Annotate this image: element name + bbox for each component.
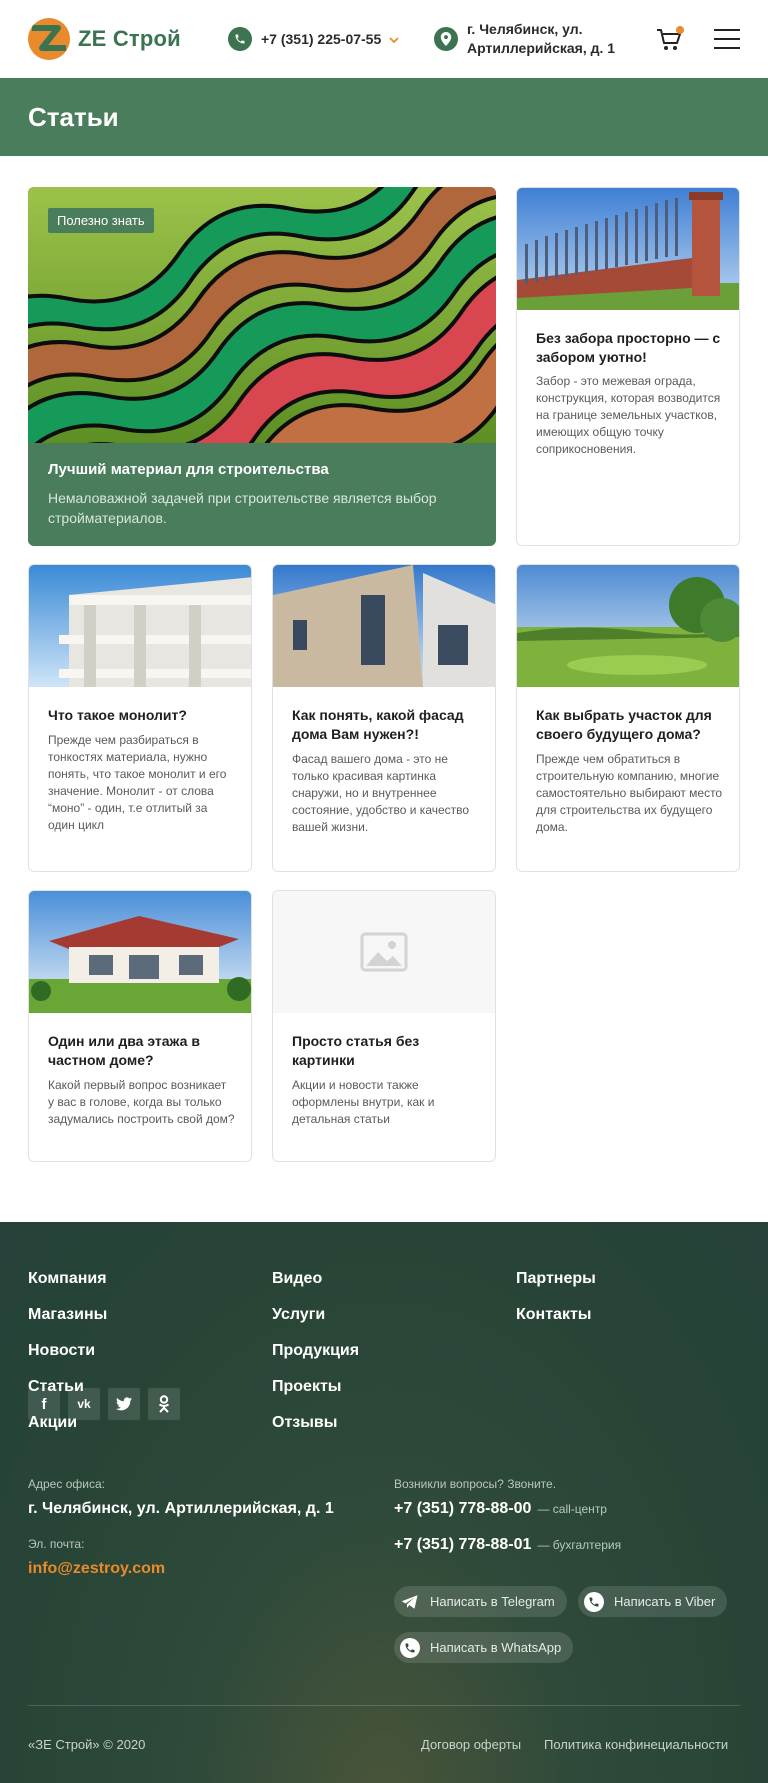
header-phone[interactable]: +7 (351) 225-07-55 xyxy=(228,27,399,51)
odnoklassniki-button[interactable] xyxy=(148,1388,180,1420)
footer-link[interactable]: Новости xyxy=(28,1342,95,1360)
office-label: Адрес офиса: xyxy=(28,1477,105,1491)
article-title[interactable]: Как понять, какой фасад дома Вам нужен?! xyxy=(292,706,479,744)
article-title[interactable]: Один или два этажа в частном доме? xyxy=(48,1032,235,1070)
phone-number[interactable]: +7 (351) 778-88-01 xyxy=(394,1536,531,1553)
article-card[interactable]: Как понять, какой фасад дома Вам нужен?!… xyxy=(272,564,496,872)
email-label: Эл. почта: xyxy=(28,1537,85,1551)
footer-link[interactable]: Видео xyxy=(272,1270,322,1288)
footer-link[interactable]: Отзывы xyxy=(272,1414,337,1432)
logo-icon xyxy=(28,18,70,60)
footer-link[interactable]: Проекты xyxy=(272,1378,341,1396)
article-description: Забор - это межевая ограда, конструкция,… xyxy=(536,374,721,456)
location-pin-icon xyxy=(434,27,458,51)
facebook-icon: f xyxy=(41,1395,47,1413)
page-title: Статьи xyxy=(28,102,119,132)
article-card[interactable]: Без забора просторно — с забором уютно! … xyxy=(516,187,740,546)
article-image xyxy=(273,565,495,687)
telegram-button[interactable]: Написать в Telegram xyxy=(394,1586,567,1617)
odnoklassniki-icon xyxy=(158,1395,170,1413)
phone-accounting[interactable]: +7 (351) 778-88-01 — бухгалтерия xyxy=(394,1536,621,1554)
questions-label: Возникли вопросы? Звоните. xyxy=(394,1477,557,1491)
footer-link[interactable]: Контакты xyxy=(516,1306,591,1324)
article-image xyxy=(29,891,251,1013)
image-placeholder-icon xyxy=(360,932,408,972)
phone-note: — бухгалтерия xyxy=(537,1538,622,1552)
hamburger-line xyxy=(714,47,740,49)
vk-button[interactable]: vk xyxy=(68,1388,100,1420)
viber-icon xyxy=(584,1591,604,1612)
chevron-down-icon[interactable] xyxy=(389,30,399,48)
article-card[interactable]: Как выбрать участок для своего будущего … xyxy=(516,564,740,872)
header-phone-number[interactable]: +7 (351) 225-07-55 xyxy=(261,31,381,47)
address-line-1: г. Челябинск, ул. xyxy=(467,21,583,37)
footer-link[interactable]: Услуги xyxy=(272,1306,325,1324)
article-description: Какой первый вопрос возникает у вас в го… xyxy=(48,1078,235,1126)
whatsapp-button[interactable]: Написать в WhatsApp xyxy=(394,1632,574,1663)
site-header: ZE Строй +7 (351) 225-07-55 г. Челябинск… xyxy=(0,0,768,78)
article-description: Прежде чем разбираться в тонкостях матер… xyxy=(48,733,227,832)
phone-icon xyxy=(228,27,252,51)
featured-title[interactable]: Лучший материал для строительства xyxy=(48,461,329,478)
privacy-link[interactable]: Политика конфинециальности xyxy=(544,1737,728,1752)
phone-call-center[interactable]: +7 (351) 778-88-00 — call-центр xyxy=(394,1500,607,1518)
footer-link[interactable]: Партнеры xyxy=(516,1270,596,1288)
office-address: г. Челябинск, ул. Артиллерийская, д. 1 xyxy=(28,1500,334,1517)
article-image xyxy=(517,188,739,310)
article-image-placeholder xyxy=(273,891,495,1013)
phone-note: — call-центр xyxy=(537,1502,607,1516)
facebook-button[interactable]: f xyxy=(28,1388,60,1420)
article-image xyxy=(29,565,251,687)
logo-text: ZE Строй xyxy=(78,26,181,51)
telegram-label: Написать в Telegram xyxy=(430,1594,555,1609)
menu-button[interactable] xyxy=(714,29,740,51)
address-line-2: Артиллерийская, д. 1 xyxy=(467,40,616,56)
telegram-icon xyxy=(400,1592,420,1612)
logo[interactable]: ZE Строй xyxy=(28,18,181,60)
hamburger-line xyxy=(714,29,740,31)
article-image xyxy=(517,565,739,687)
article-title[interactable]: Что такое монолит? xyxy=(48,706,235,725)
article-card[interactable]: Что такое монолит? Прежде чем разбиратьс… xyxy=(28,564,252,872)
article-card[interactable]: Один или два этажа в частном доме? Какой… xyxy=(28,890,252,1162)
twitter-icon xyxy=(116,1397,132,1411)
cart-badge xyxy=(676,26,684,34)
footer-divider xyxy=(28,1705,740,1706)
article-title[interactable]: Просто статья без картинки xyxy=(292,1032,479,1070)
header-address: г. Челябинск, ул. Артиллерийская, д. 1 xyxy=(434,20,615,58)
whatsapp-label: Написать в WhatsApp xyxy=(430,1640,562,1655)
cart-button[interactable] xyxy=(656,26,684,52)
viber-button[interactable]: Написать в Viber xyxy=(578,1586,728,1617)
footer-link[interactable]: Компания xyxy=(28,1270,107,1288)
email-link[interactable]: info@zestroy.com xyxy=(28,1560,165,1578)
featured-article-card[interactable]: Полезно знать Лучший материал для строит… xyxy=(28,187,496,546)
footer-link[interactable]: Продукция xyxy=(272,1342,359,1360)
viber-label: Написать в Viber xyxy=(614,1594,716,1609)
article-title[interactable]: Без забора просторно — с забором уютно! xyxy=(536,329,723,367)
phone-number[interactable]: +7 (351) 778-88-00 xyxy=(394,1500,531,1517)
vk-icon: vk xyxy=(77,1397,91,1411)
offer-link[interactable]: Договор оферты xyxy=(421,1737,521,1752)
article-card[interactable]: Просто статья без картинки Акции и новос… xyxy=(272,890,496,1162)
article-title[interactable]: Как выбрать участок для своего будущего … xyxy=(536,706,723,744)
twitter-button[interactable] xyxy=(108,1388,140,1420)
footer-link[interactable]: Магазины xyxy=(28,1306,107,1324)
page-title-band: Статьи xyxy=(0,78,768,156)
article-description: Акции и новости также оформлены внутри, … xyxy=(292,1078,435,1126)
whatsapp-icon xyxy=(400,1637,420,1658)
article-description: Прежде чем обратиться в строительную ком… xyxy=(536,752,723,834)
article-description: Фасад вашего дома - это не только красив… xyxy=(292,752,470,834)
copyright: «ЗЕ Строй» © 2020 xyxy=(28,1737,146,1752)
hamburger-line xyxy=(714,38,740,40)
featured-description: Немаловажной задачей при строительстве я… xyxy=(48,490,437,526)
featured-tag[interactable]: Полезно знать xyxy=(48,208,154,233)
